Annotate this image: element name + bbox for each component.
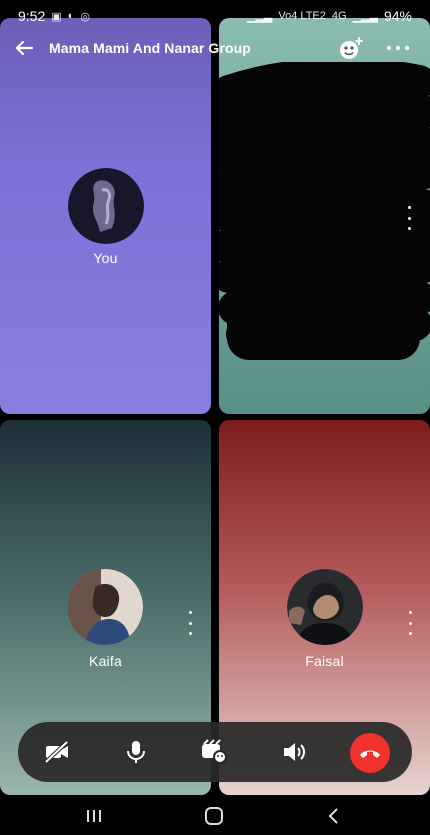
battery-percentage: 94%	[383, 8, 412, 24]
microphone-icon[interactable]	[122, 738, 150, 766]
participant-tile-you[interactable]: You	[0, 18, 211, 414]
end-call-icon	[360, 750, 380, 758]
system-nav-bar	[0, 795, 430, 835]
avatar-faisal	[287, 569, 363, 645]
gallery-icon: ▣	[51, 10, 62, 23]
avatar-kaifa	[67, 569, 143, 645]
camera-off-icon[interactable]	[43, 738, 71, 766]
status-time: 9:52	[18, 8, 46, 24]
call-header: Mama Mami And Nanar Group	[0, 32, 430, 66]
network-label: Vo4 LTE2	[278, 10, 326, 22]
signal-icon-2: ▁▂▃	[352, 10, 378, 23]
avatar-you	[68, 168, 144, 244]
add-people-icon[interactable]	[338, 36, 364, 62]
end-call-button[interactable]	[350, 733, 390, 773]
status-right: ▁▂▃ Vo4 LTE2 4G ▁▂▃ 94%	[247, 8, 412, 24]
messenger-icon: ◎	[80, 10, 90, 23]
speaker-icon[interactable]	[280, 738, 308, 766]
snapchat-icon: ◐	[67, 10, 75, 22]
more-options-icon[interactable]	[386, 44, 410, 52]
participant-tile-redacted[interactable]	[219, 18, 430, 414]
participant-name-kaifa: Kaifa	[89, 653, 122, 669]
more-options-kaifa[interactable]	[183, 611, 197, 635]
effects-icon[interactable]	[200, 738, 228, 766]
more-options-redacted[interactable]	[402, 206, 416, 230]
back-arrow-icon[interactable]	[12, 36, 36, 60]
signal-icon: ▁▂▃	[247, 10, 273, 23]
participant-name-you: You	[93, 250, 118, 266]
status-bar: 9:52 ▣ ◐ ◎ ▁▂▃ Vo4 LTE2 4G ▁▂▃ 94%	[0, 0, 430, 32]
recents-icon[interactable]	[83, 805, 105, 827]
network-type: 4G	[331, 10, 347, 22]
status-left: 9:52 ▣ ◐ ◎	[18, 8, 90, 24]
call-control-bar	[18, 722, 412, 782]
participant-name-faisal: Faisal	[305, 653, 344, 669]
more-options-faisal[interactable]	[403, 611, 417, 635]
redaction-scribble	[219, 62, 430, 351]
call-title: Mama Mami And Nanar Group	[49, 40, 251, 56]
back-icon[interactable]	[323, 805, 345, 827]
home-icon[interactable]	[203, 805, 225, 827]
